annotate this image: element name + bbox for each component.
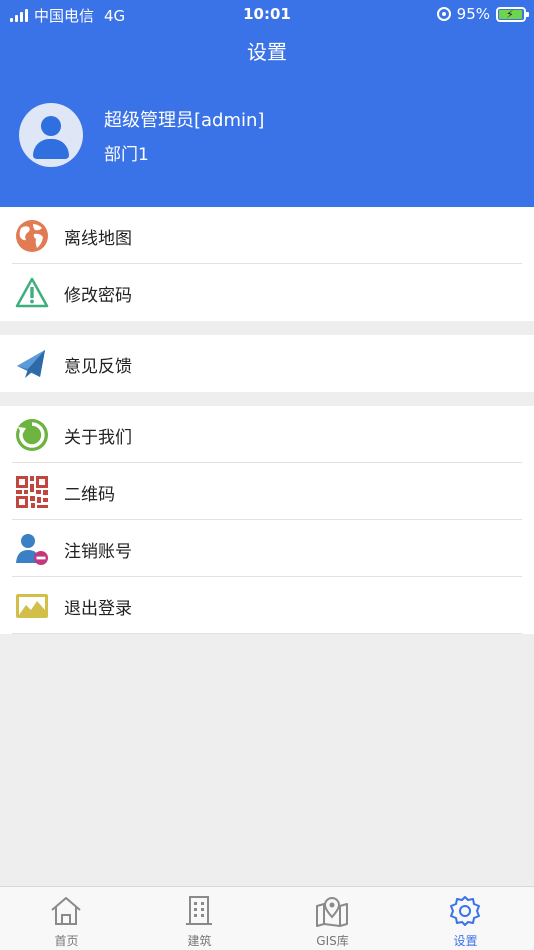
image-icon [16,594,48,618]
avatar[interactable] [19,103,83,167]
mail-icon [17,350,45,378]
menu-group-3: 关于我们 二维码 注销账号 退出登录 [0,406,534,634]
tab-bar: 首页 建筑 GIS库 设置 [0,886,534,950]
tab-label: 设置 [453,934,478,948]
page-title: 设置 [247,40,287,64]
menu-label: 修改密码 [64,286,132,306]
menu-label: 注销账号 [64,542,132,562]
user-department: 部门1 [104,145,149,165]
globe-icon [16,220,48,252]
building-icon [186,896,212,925]
status-bar: 中国电信 4G 10:01 95% ⚡ [0,0,534,28]
home-icon [51,897,81,925]
qr-code-icon [16,476,48,508]
menu-group-2: 意见反馈 [0,335,534,392]
avatar-body [33,139,69,159]
menu-label: 离线地图 [64,229,132,249]
menu-label: 意见反馈 [64,357,132,377]
menu-item-logout[interactable]: 退出登录 [0,577,534,634]
tab-settings[interactable]: 设置 [399,887,532,950]
status-right: 95% ⚡ [436,5,529,23]
header: 中国电信 4G 10:01 95% ⚡ 设置 超级管理员[admin] 部门1 [0,0,534,207]
tab-label: 首页 [54,934,79,948]
tab-building[interactable]: 建筑 [133,887,266,950]
menu-label: 退出登录 [64,599,132,619]
tab-label: 建筑 [187,934,212,948]
menu-label: 二维码 [64,485,115,505]
tab-label: GIS库 [316,934,349,948]
map-pin-icon [316,897,348,927]
menu-item-about-us[interactable]: 关于我们 [0,406,534,463]
user-remove-icon [16,534,48,565]
refresh-icon [16,419,48,451]
user-name: 超级管理员[admin] [104,110,265,131]
menu-item-offline-map[interactable]: 离线地图 [0,207,534,264]
battery-icon: ⚡ [496,6,529,22]
tab-home[interactable]: 首页 [0,887,133,950]
warning-icon [15,277,49,308]
menu-item-cancel-account[interactable]: 注销账号 [0,520,534,577]
menu-item-feedback[interactable]: 意见反馈 [0,335,534,392]
divider [12,633,522,634]
avatar-head [41,116,61,136]
orientation-lock-icon [436,7,451,21]
menu-label: 关于我们 [64,428,132,448]
battery-percent: 95% [456,5,490,23]
gear-icon [450,896,480,926]
tab-gis[interactable]: GIS库 [266,887,399,950]
menu-group-1: 离线地图 修改密码 [0,207,534,321]
menu-item-change-password[interactable]: 修改密码 [0,264,534,321]
menu-item-qr-code[interactable]: 二维码 [0,463,534,520]
